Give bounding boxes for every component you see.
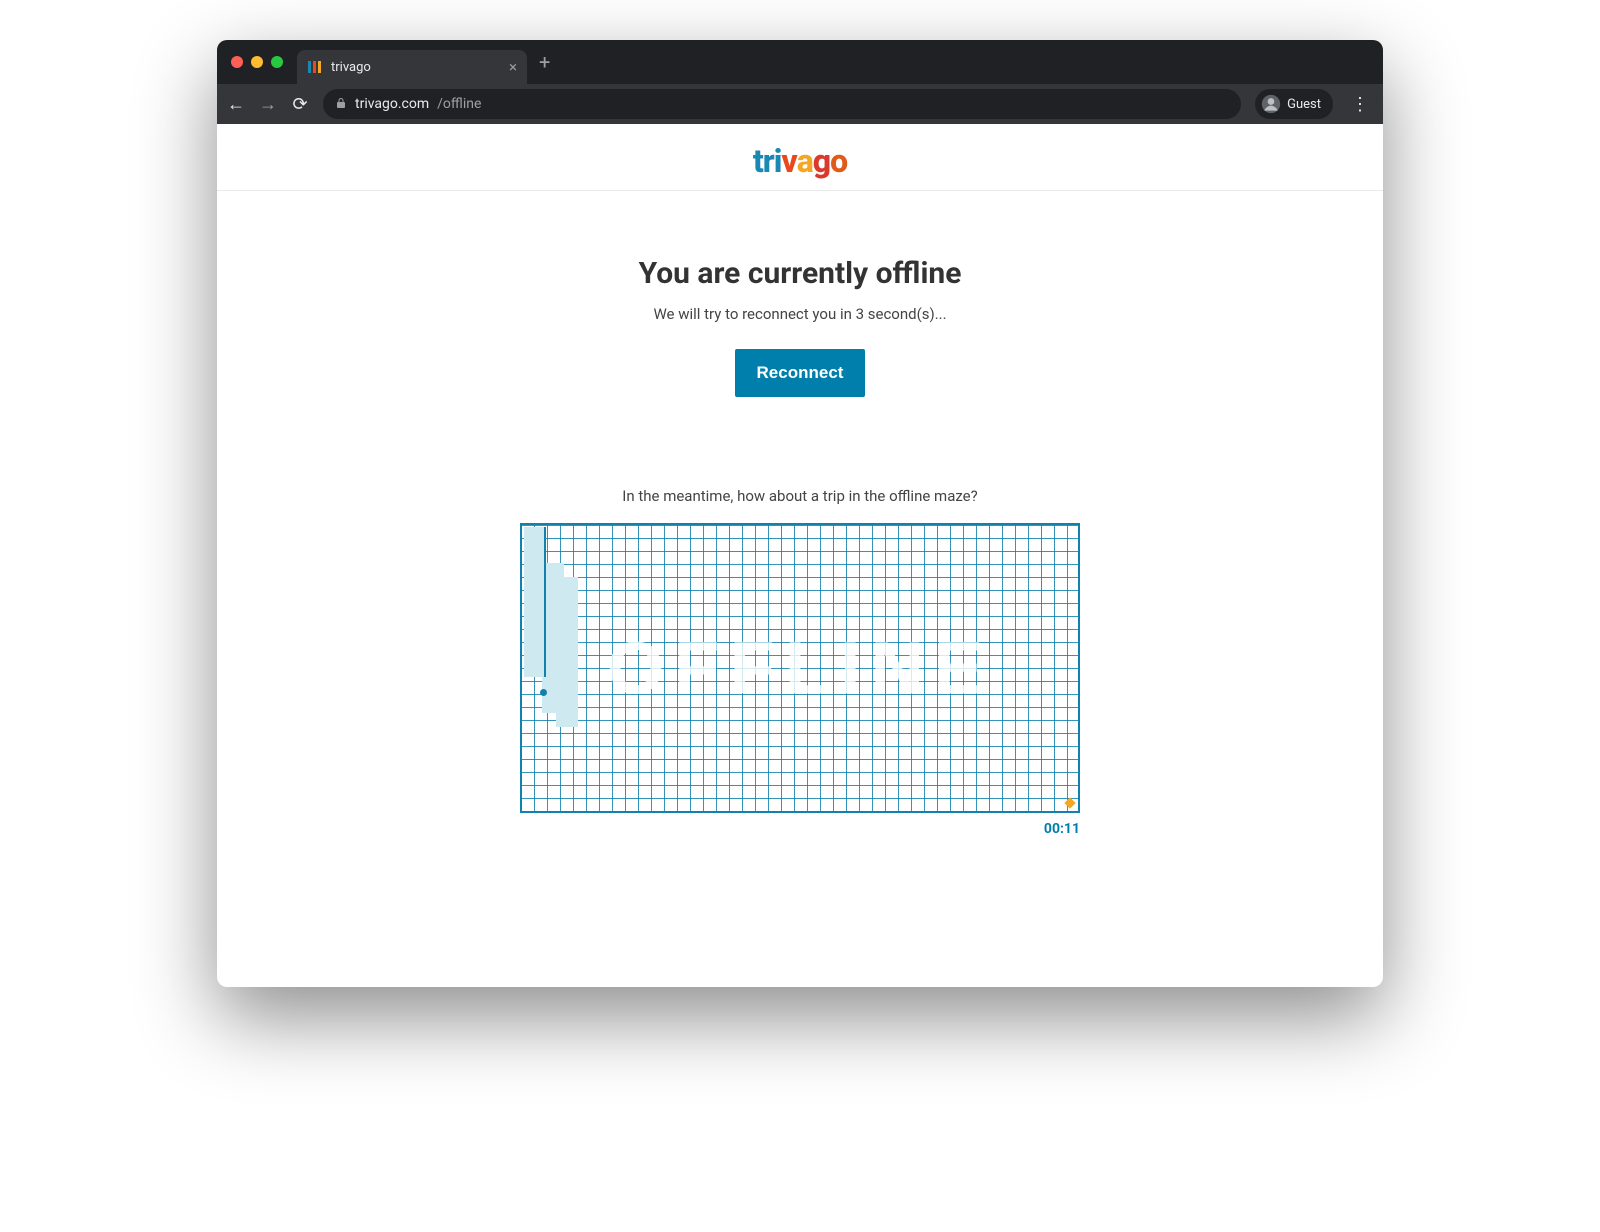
profile-button[interactable]: Guest xyxy=(1255,89,1333,119)
maze-game[interactable]: OFFLINE 00:11 xyxy=(520,523,1080,837)
close-tab-icon[interactable]: × xyxy=(509,58,517,76)
maze-player-icon xyxy=(540,689,547,696)
browser-menu-button[interactable]: ⋮ xyxy=(1347,94,1373,115)
browser-tabbar: trivago × + xyxy=(217,40,1383,84)
logo-bar: trivago xyxy=(217,124,1383,191)
tab-title: trivago xyxy=(331,60,501,75)
close-window-button[interactable] xyxy=(231,56,243,68)
page-content: trivago You are currently offline We wil… xyxy=(217,124,1383,987)
url-host: trivago.com xyxy=(355,96,429,112)
reload-button[interactable]: ⟳ xyxy=(291,94,309,115)
url-path: /offline xyxy=(437,96,481,112)
offline-panel: You are currently offline We will try to… xyxy=(217,191,1383,837)
forward-button[interactable]: → xyxy=(259,94,277,115)
tab-active[interactable]: trivago × xyxy=(297,50,527,84)
offline-subtext: We will try to reconnect you in 3 second… xyxy=(217,305,1383,323)
maze-intro-text: In the meantime, how about a trip in the… xyxy=(217,487,1383,505)
profile-label: Guest xyxy=(1287,97,1321,112)
reconnect-button[interactable]: Reconnect xyxy=(735,349,866,397)
maze-grid: OFFLINE xyxy=(520,523,1080,813)
maximize-window-button[interactable] xyxy=(271,56,283,68)
address-bar[interactable]: trivago.com/offline xyxy=(323,89,1241,119)
tabs: trivago × xyxy=(297,40,527,84)
maze-timer: 00:11 xyxy=(520,821,1080,837)
window-controls xyxy=(231,56,283,68)
maze-traveled-path xyxy=(524,527,546,677)
back-button[interactable]: ← xyxy=(227,94,245,115)
offline-heading: You are currently offline xyxy=(217,256,1383,291)
minimize-window-button[interactable] xyxy=(251,56,263,68)
browser-toolbar: ← → ⟳ trivago.com/offline Guest ⋮ xyxy=(217,84,1383,124)
lock-icon xyxy=(335,97,347,112)
browser-window: trivago × + ← → ⟳ trivago.com/offline Gu… xyxy=(217,40,1383,987)
new-tab-button[interactable]: + xyxy=(539,50,550,74)
maze-goal-icon xyxy=(1064,797,1075,808)
maze-text-overlay: OFFLINE xyxy=(607,626,994,711)
favicon-icon xyxy=(307,59,323,75)
trivago-logo[interactable]: trivago xyxy=(753,142,847,180)
